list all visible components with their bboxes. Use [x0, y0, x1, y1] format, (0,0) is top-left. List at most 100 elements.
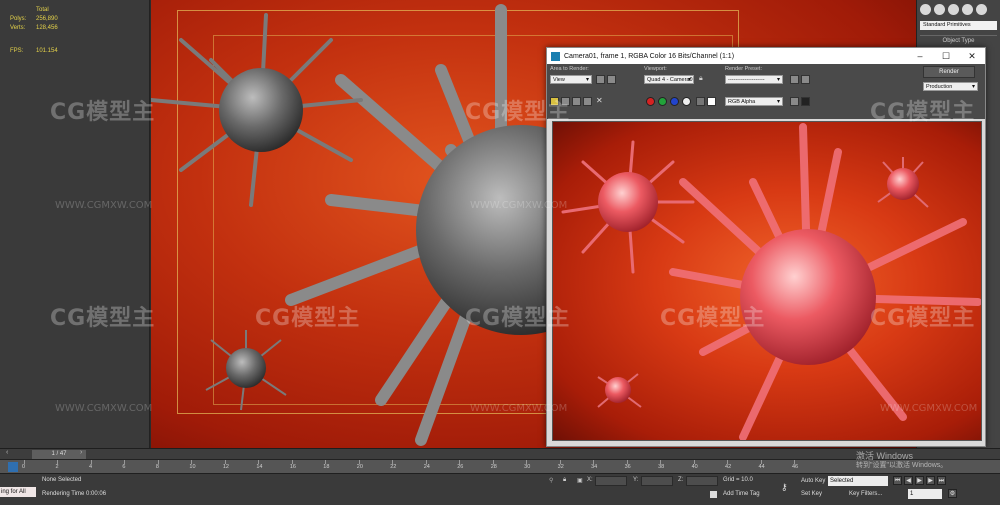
monochrome-icon[interactable] [696, 97, 705, 106]
toggle-ui-icon[interactable] [790, 97, 799, 106]
object-type-header[interactable]: Object Type [920, 35, 997, 44]
display-channel-select[interactable]: RGB Alpha [725, 97, 783, 107]
clear-icon[interactable]: ✕ [596, 97, 605, 106]
y-label: Y: [633, 477, 639, 483]
goto-start-icon[interactable]: ⏮ [893, 476, 902, 485]
render-scene [561, 123, 981, 440]
shapes-icon[interactable] [934, 4, 945, 15]
selection-set-select[interactable]: Selected [828, 476, 888, 486]
watermark-url-4: WWW.CGMXW.COM [470, 403, 568, 414]
green-channel-icon[interactable] [658, 97, 667, 106]
helpers-icon[interactable] [976, 4, 987, 15]
render-preset-label: Render Preset: [725, 66, 762, 72]
environment-icon[interactable] [801, 75, 810, 84]
prev-key-icon[interactable]: ◀ [904, 476, 913, 485]
save-image-icon[interactable] [550, 97, 559, 106]
time-slider-bar[interactable]: ‹ 1 / 47 › [0, 448, 1000, 459]
area-to-render-select[interactable]: View [550, 75, 592, 85]
absolute-mode-icon[interactable]: ▣ [577, 477, 583, 484]
viewport-select[interactable]: Quad 4 - Camera0 [644, 75, 694, 85]
track-bar-tick-label: 30 [524, 464, 531, 470]
play-icon[interactable]: ▶ [915, 476, 924, 485]
viewport-left-strip: Total Polys: 256,890 Verts: 128,456 FPS: 10… [0, 0, 150, 448]
current-frame-field[interactable]: 1 [908, 489, 942, 499]
track-bar-tick-label: 12 [222, 464, 229, 470]
watermark-url-3: WWW.CGMXW.COM [55, 403, 153, 414]
alpha-channel-icon[interactable] [682, 97, 691, 106]
edit-region-icon[interactable] [596, 75, 605, 84]
track-bar-tick-label: 34 [591, 464, 598, 470]
track-bar-tick-label: 20 [356, 464, 363, 470]
time-tag-icon[interactable] [710, 491, 717, 498]
key-icon[interactable]: ⚷ [781, 482, 788, 493]
create-geometry-icon[interactable] [920, 4, 931, 15]
rendered-frame-window[interactable]: Camera01, frame 1, RGBA Color 16 Bits/Ch… [546, 47, 986, 447]
track-bar-tick-label: 16 [289, 464, 296, 470]
render-preset-select[interactable]: -------------------- [725, 75, 783, 85]
maxscript-listener[interactable]: ing for All [0, 487, 36, 497]
x-label: X: [587, 477, 593, 483]
render-setup-icon[interactable] [790, 75, 799, 84]
swatch-icon[interactable] [707, 97, 716, 106]
close-icon[interactable]: ✕ [959, 51, 985, 62]
track-bar-tick-label: 40 [691, 464, 698, 470]
render-window-title: Camera01, frame 1, RGBA Color 16 Bits/Ch… [564, 52, 735, 60]
watermark-url-2: WWW.CGMXW.COM [470, 200, 568, 211]
key-filters-button[interactable]: Key Filters... [849, 491, 882, 497]
command-panel-tabs [917, 0, 1000, 19]
add-time-tag[interactable]: Add Time Tag [723, 491, 760, 497]
auto-region-icon[interactable] [607, 75, 616, 84]
minimize-icon[interactable]: – [907, 51, 933, 61]
fps-value: 101.154 [36, 48, 58, 54]
auto-key-button[interactable]: Auto Key [801, 478, 825, 484]
set-key-button[interactable]: Set Key [801, 491, 822, 497]
clone-window-icon[interactable] [572, 97, 581, 106]
cameras-icon[interactable] [962, 4, 973, 15]
track-bar[interactable]: 0 2 4 6 8 10 12 14 16 18 20 22 24 26 28 30 32 34 36 38 40 42 4… [0, 459, 1000, 473]
next-frame-icon[interactable]: › [80, 449, 82, 456]
lights-icon[interactable] [948, 4, 959, 15]
track-bar-tick-label: 46 [792, 464, 799, 470]
track-bar-key-icon[interactable] [8, 462, 18, 472]
track-bar-tick-label: 26 [457, 464, 464, 470]
z-coordinate-field[interactable] [686, 476, 718, 486]
time-slider[interactable]: 1 / 47 [32, 450, 86, 459]
max-app-icon [551, 51, 560, 61]
blue-channel-icon[interactable] [670, 97, 679, 106]
track-bar-tick-label: 10 [189, 464, 196, 470]
watermark-url-1: WWW.CGMXW.COM [55, 200, 153, 211]
x-coordinate-field[interactable] [595, 476, 627, 486]
selection-status: None Selected [42, 477, 82, 483]
viewport-statistics: Total Polys: 256,890 Verts: 128,456 FPS: 10… [10, 6, 58, 56]
track-bar-tick-label: 4 [88, 464, 93, 470]
verts-value: 128,456 [36, 25, 58, 31]
track-bar-tick-label: 8 [155, 464, 159, 470]
time-config-icon[interactable]: ⚙ [948, 489, 957, 498]
goto-end-icon[interactable]: ⏭ [937, 476, 946, 485]
print-icon[interactable] [583, 97, 592, 106]
production-select[interactable]: Production [923, 82, 978, 92]
next-key-icon[interactable]: ▶ [926, 476, 935, 485]
prev-frame-icon[interactable]: ‹ [6, 449, 8, 456]
track-bar-tick-label: 44 [758, 464, 765, 470]
stats-total-label: Total [36, 7, 49, 13]
copy-image-icon[interactable] [561, 97, 570, 106]
viewport-label: Viewport: [644, 66, 667, 72]
lock-icon[interactable]: 🔒︎ [699, 75, 708, 84]
lock-selection-icon[interactable]: 🔒︎ [563, 477, 566, 484]
maximize-icon[interactable]: ☐ [933, 51, 959, 62]
primitive-category-select[interactable]: Standard Primitives [920, 21, 997, 30]
track-bar-tick-label: 6 [122, 464, 126, 470]
y-coordinate-field[interactable] [641, 476, 673, 486]
rendering-time: Rendering Time 0:00:06 [42, 491, 107, 497]
track-bar-ticks: 0 2 4 6 8 10 12 14 16 18 20 22 24 26 28 30 32 34 36 38 40 42 4… [22, 460, 798, 474]
track-bar-tick-label: 18 [323, 464, 330, 470]
render-button[interactable]: Render [923, 66, 975, 78]
isolate-icon[interactable]: ⚲ [549, 477, 553, 484]
toggle-overlay-icon[interactable] [801, 97, 810, 106]
render-window-toolbar: Area to Render: View Viewport: Quad 4 - … [547, 64, 985, 119]
red-channel-icon[interactable] [646, 97, 655, 106]
render-window-titlebar[interactable]: Camera01, frame 1, RGBA Color 16 Bits/Ch… [547, 48, 985, 64]
track-bar-tick-label: 36 [624, 464, 631, 470]
track-bar-tick-label: 32 [557, 464, 564, 470]
